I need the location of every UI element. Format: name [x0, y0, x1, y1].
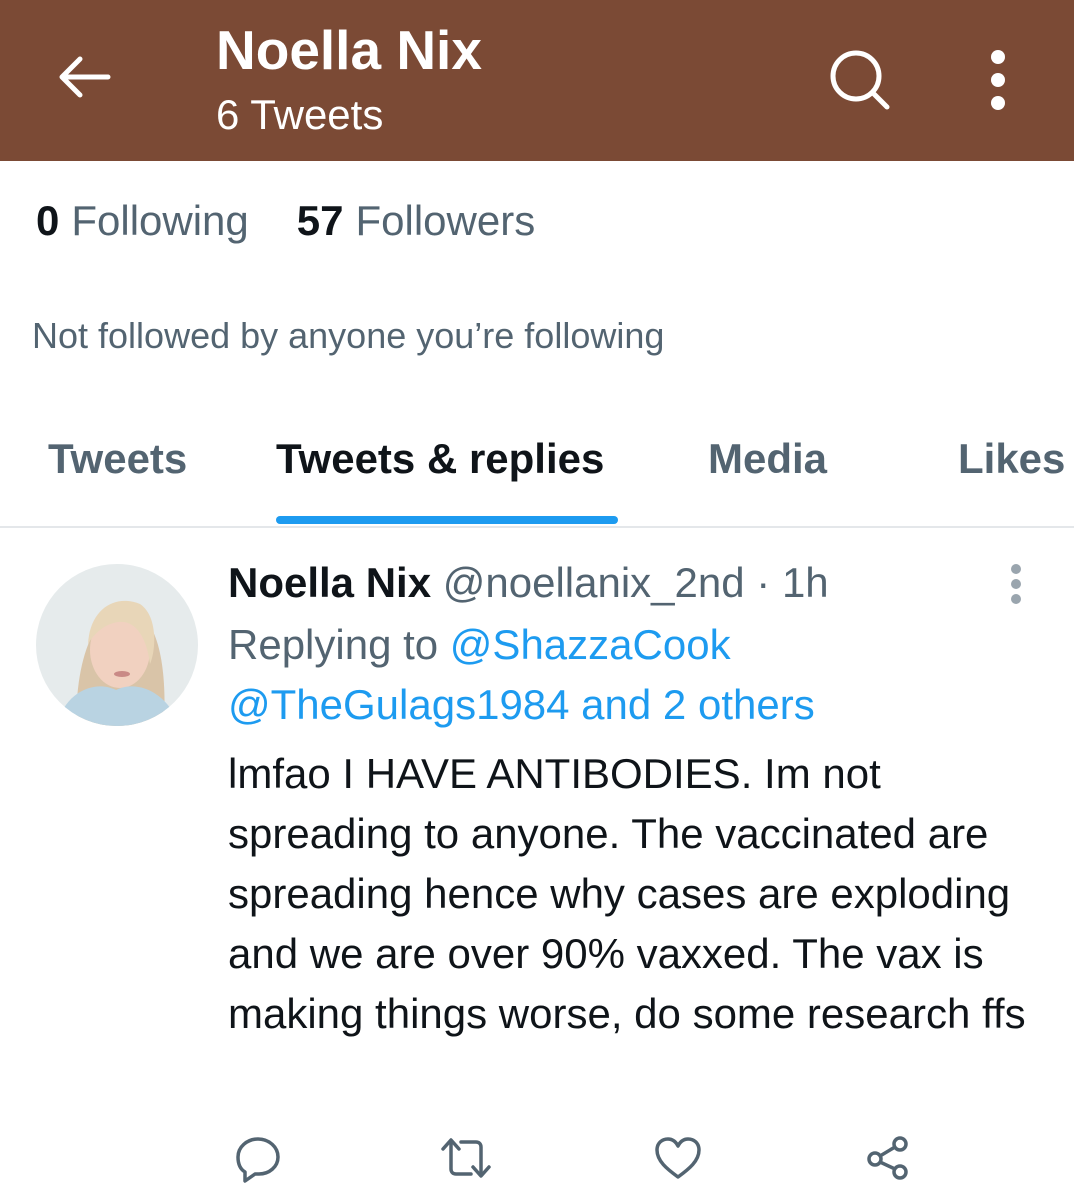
- following-label: Following: [71, 197, 249, 244]
- active-tab-indicator: [276, 516, 618, 524]
- profile-header: Noella Nix 6 Tweets: [0, 0, 1074, 161]
- not-followed-notice: Not followed by anyone you’re following: [32, 315, 665, 356]
- back-button[interactable]: [46, 42, 122, 112]
- tweet-separator: ·: [756, 559, 771, 606]
- tweet-handle[interactable]: @noellanix_2nd: [443, 559, 745, 606]
- tweet-actions: [228, 1128, 928, 1188]
- followers-label: Followers: [355, 197, 536, 244]
- retweet-icon: [441, 1138, 491, 1178]
- replying-to: Replying to @ShazzaCook: [228, 616, 731, 674]
- tweet-count: 6 Tweets: [216, 91, 384, 138]
- tab-media[interactable]: Media: [708, 434, 827, 484]
- share-button[interactable]: [858, 1128, 918, 1188]
- tab-tweets[interactable]: Tweets: [48, 434, 187, 484]
- follow-stats: 0 Following 57 Followers: [36, 196, 583, 246]
- replying-prefix: Replying to: [228, 621, 439, 668]
- reply-mention-1[interactable]: @ShazzaCook: [450, 621, 731, 668]
- avatar-image: [36, 564, 198, 726]
- followers-count: 57: [296, 197, 344, 244]
- replying-to-more: @TheGulags1984 and 2 others: [228, 676, 815, 734]
- search-button[interactable]: [820, 40, 900, 120]
- reply-button[interactable]: [228, 1128, 288, 1188]
- following-link[interactable]: 0 Following: [36, 196, 249, 246]
- more-options-button[interactable]: [968, 40, 1028, 120]
- tweet-time[interactable]: 1h: [782, 559, 829, 606]
- tweet-header: Noella Nix @noellanix_2nd · 1h: [228, 556, 829, 610]
- retweet-button[interactable]: [436, 1128, 496, 1188]
- tab-tweets-and-replies[interactable]: Tweets & replies: [276, 434, 604, 484]
- tweet-author-name[interactable]: Noella Nix: [228, 559, 431, 606]
- followers-link[interactable]: 57 Followers: [297, 196, 535, 246]
- following-count: 0: [36, 197, 60, 244]
- more-vertical-icon: [991, 50, 1005, 110]
- avatar[interactable]: [36, 564, 198, 726]
- like-icon: [655, 1137, 701, 1179]
- profile-tabs: Tweets Tweets & replies Media Likes: [0, 420, 1074, 528]
- tweet-body: lmfao I HAVE ANTIBODIES. Im not spreadin…: [228, 750, 1026, 1037]
- reply-mention-2[interactable]: @TheGulags1984 and 2 others: [228, 681, 815, 728]
- tab-likes[interactable]: Likes: [958, 434, 1065, 484]
- search-icon: [830, 50, 890, 110]
- reply-icon: [236, 1137, 280, 1183]
- like-button[interactable]: [648, 1128, 708, 1188]
- tweet-more-button[interactable]: [996, 556, 1036, 612]
- page-title: Noella Nix: [216, 19, 482, 81]
- share-icon: [867, 1136, 908, 1180]
- arrow-left-icon: [59, 56, 111, 98]
- more-vertical-icon: [1011, 564, 1021, 604]
